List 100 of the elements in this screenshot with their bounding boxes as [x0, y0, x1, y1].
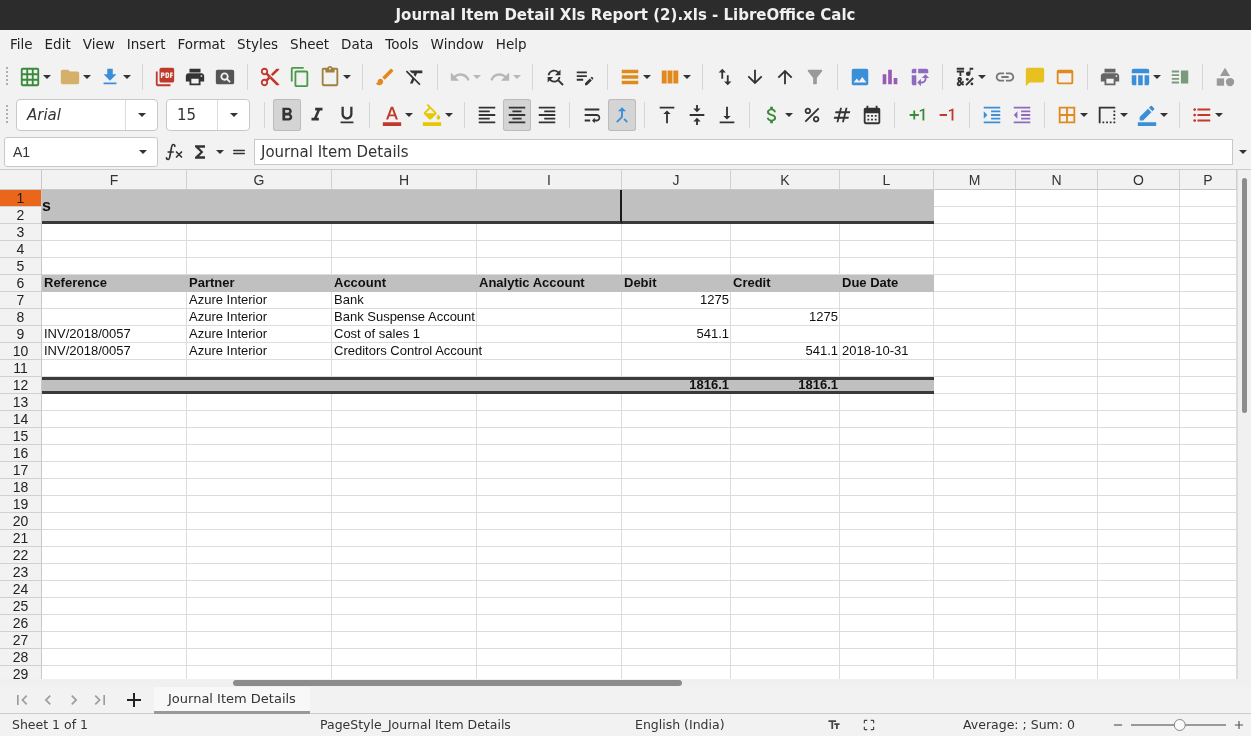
row-header[interactable]: 22 [0, 547, 42, 564]
row-header[interactable]: 6 [0, 275, 42, 292]
column-header[interactable]: O [1098, 170, 1180, 190]
column-title: Analytic Account [479, 275, 585, 291]
caret-icon [1239, 150, 1247, 154]
table-cell: 541.1 [805, 343, 838, 359]
selection-summary: Average: ; Sum: 0 [963, 717, 1075, 732]
menu-item[interactable]: Help [489, 36, 533, 52]
caret-icon [1153, 74, 1161, 79]
caret-icon [137, 113, 146, 117]
menu-item[interactable]: File [4, 36, 39, 52]
row-header[interactable]: 24 [0, 581, 42, 598]
row-header[interactable]: 7 [0, 292, 42, 309]
toolbar-grip[interactable] [4, 104, 10, 126]
table-cell: 1816.1 [689, 377, 729, 393]
row-header[interactable]: 23 [0, 564, 42, 581]
row-header[interactable]: 1 [0, 190, 42, 207]
column-header[interactable]: K [731, 170, 840, 190]
font-color-icon [381, 104, 403, 126]
symbol-icon [954, 65, 976, 88]
row-header[interactable]: 19 [0, 496, 42, 513]
column-header[interactable]: I [477, 170, 622, 190]
table-cell: Azure Interior [189, 309, 268, 325]
row-header[interactable]: 3 [0, 224, 42, 241]
row-header[interactable]: 8 [0, 309, 42, 326]
column-header[interactable]: P [1180, 170, 1237, 190]
name-box[interactable]: A1 [4, 137, 158, 167]
table-cell: Creditors Control Account [334, 343, 483, 359]
align-right-icon [536, 104, 558, 126]
column-title: Reference [44, 275, 107, 291]
paint-bucket-icon [421, 104, 443, 126]
row-header[interactable]: 4 [0, 241, 42, 258]
caret-icon [513, 74, 521, 79]
row-header[interactable]: 5 [0, 258, 42, 275]
row-header[interactable]: 16 [0, 445, 42, 462]
menu-item[interactable]: Tools [379, 36, 425, 52]
column-header[interactable]: J [622, 170, 731, 190]
bold-button[interactable] [273, 99, 301, 131]
row-header[interactable]: 12 [0, 377, 42, 394]
column-header[interactable]: G [187, 170, 332, 190]
border-color-icon [1136, 104, 1158, 126]
row-header[interactable]: 11 [0, 360, 42, 377]
column-header[interactable]: N [1016, 170, 1098, 190]
scissors-icon [259, 65, 281, 88]
row-header[interactable]: 21 [0, 530, 42, 547]
column-title: Credit [733, 275, 771, 291]
row-header[interactable]: 13 [0, 394, 42, 411]
menu-item[interactable]: Edit [38, 36, 77, 52]
caret-icon [643, 74, 651, 79]
row-header[interactable]: 9 [0, 326, 42, 343]
row-header[interactable]: 18 [0, 479, 42, 496]
row-header[interactable]: 29 [0, 666, 42, 679]
borders-icon [1056, 104, 1078, 126]
column-header[interactable]: M [934, 170, 1016, 190]
caret-icon [43, 74, 51, 79]
row-header[interactable]: 26 [0, 615, 42, 632]
insert-mode-icon[interactable] [827, 717, 841, 732]
column-header[interactable]: L [840, 170, 934, 190]
row-header[interactable]: 15 [0, 428, 42, 445]
menu-item[interactable]: Data [335, 36, 380, 52]
row-header[interactable]: 10 [0, 343, 42, 360]
row-header[interactable]: 2 [0, 207, 42, 224]
column-title: Partner [189, 275, 235, 291]
vertical-scrollbar[interactable] [1237, 170, 1251, 679]
row-header[interactable]: 27 [0, 632, 42, 649]
menu-item[interactable]: Insert [120, 36, 172, 52]
caret-icon [343, 74, 351, 79]
table-cell: Azure Interior [189, 343, 268, 359]
indent-icon [981, 104, 1003, 126]
zoom-thumb[interactable] [1174, 718, 1187, 731]
font-name-box[interactable]: Arial [16, 99, 158, 131]
caret-icon [978, 74, 986, 79]
table-cell: Azure Interior [189, 292, 268, 308]
table-cell: INV/2018/0057 [44, 326, 131, 342]
align-left-icon [476, 104, 498, 126]
language: English (India) [635, 717, 725, 732]
function-wizard-icon[interactable] [164, 142, 184, 162]
row-header[interactable]: 20 [0, 513, 42, 530]
row-header[interactable]: 28 [0, 649, 42, 666]
column-header[interactable]: F [42, 170, 187, 190]
column-title: Debit [624, 275, 657, 291]
menu-item[interactable]: View [76, 36, 121, 52]
caret-icon [683, 74, 691, 79]
selection-mode-icon[interactable] [862, 717, 876, 732]
toolbar-grip[interactable] [4, 65, 10, 88]
caret-icon [83, 74, 91, 79]
row-header[interactable]: 25 [0, 598, 42, 615]
formula-input[interactable]: Journal Item Details [254, 139, 1233, 165]
menu-item[interactable]: Format [171, 36, 232, 52]
column-title: Account [334, 275, 386, 291]
sheet-tab[interactable]: Journal Item Details [154, 686, 310, 714]
caret-icon [1120, 113, 1128, 117]
column-header[interactable]: H [332, 170, 477, 190]
menu-item[interactable]: Sheet [284, 36, 336, 52]
row-header[interactable]: 17 [0, 462, 42, 479]
menu-item[interactable]: Styles [231, 36, 285, 52]
font-size-box[interactable]: 15 [166, 99, 250, 131]
align-center-button[interactable] [503, 99, 531, 131]
row-header[interactable]: 14 [0, 411, 42, 428]
menu-item[interactable]: Window [424, 36, 490, 52]
